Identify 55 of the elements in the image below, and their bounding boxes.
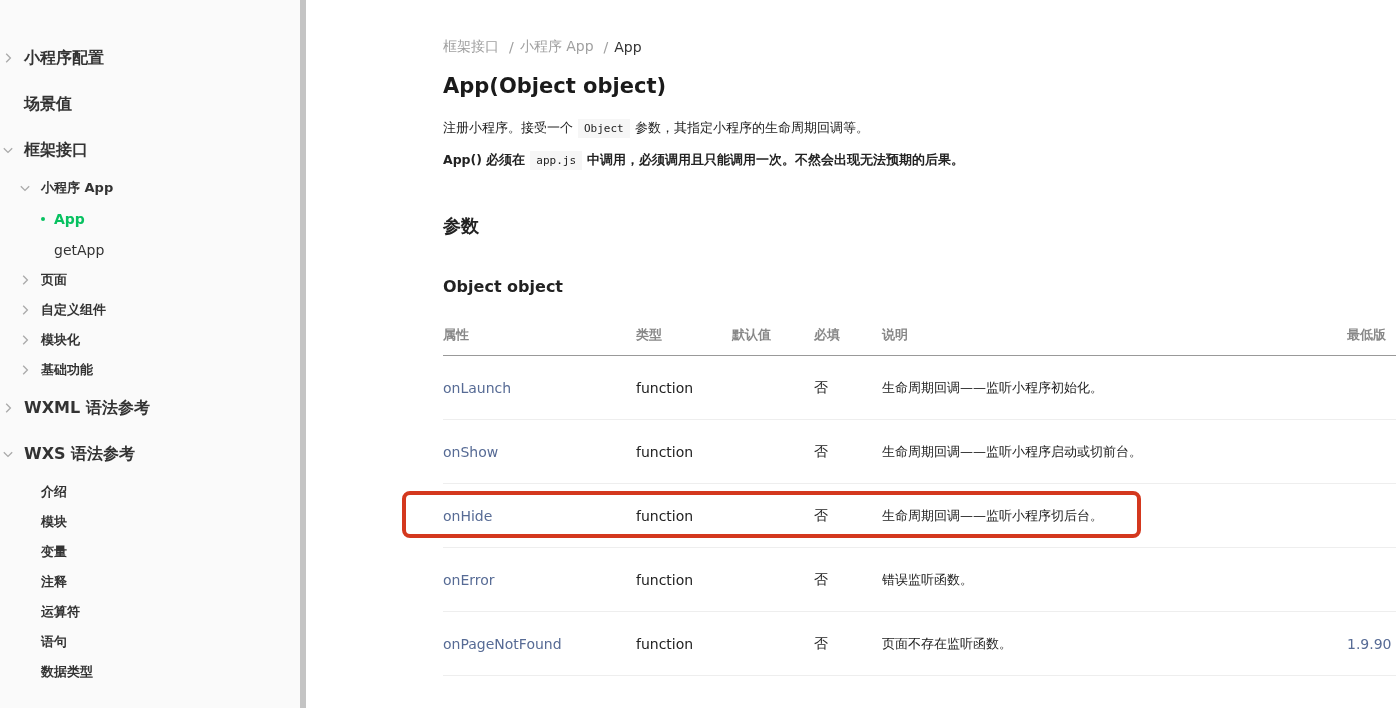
column-header: 必填 xyxy=(814,327,840,342)
section-heading: 参数 xyxy=(443,214,480,238)
required-cell: 否 xyxy=(814,506,828,523)
description-cell: 生命周期回调——监听小程序初始化。 xyxy=(882,379,1103,395)
paragraph: App() 必须在 app.js 中调用，必须调用且只能调用一次。不然会出现无法预期的后果。 xyxy=(443,148,1396,172)
page-title: App(Object object) xyxy=(443,74,668,98)
description-cell: 错误监听函数。 xyxy=(882,571,973,587)
sidebar-item[interactable]: WXML 语法参考 xyxy=(24,397,150,419)
description-cell: 生命周期回调——监听小程序启动或切前台。 xyxy=(882,443,1142,459)
type-cell: function xyxy=(636,507,694,524)
sidebar-item[interactable]: 框架接口 xyxy=(24,139,88,161)
property-cell: onError xyxy=(443,571,495,588)
breadcrumb-current: App xyxy=(614,39,642,55)
paragraph: 注册小程序。接受一个 Object 参数，其指定小程序的生命周期回调等。 xyxy=(443,116,1396,140)
bullet-icon xyxy=(41,216,45,221)
property-cell: onShow xyxy=(443,443,499,460)
breadcrumb-separator: / xyxy=(509,39,514,55)
required-cell: 否 xyxy=(814,442,828,459)
sidebar-item[interactable]: 注释 xyxy=(41,573,67,591)
required-cell: 否 xyxy=(814,570,828,587)
type-cell: function xyxy=(636,443,694,460)
breadcrumb-separator: / xyxy=(603,39,609,55)
property-cell: onLaunch xyxy=(443,379,512,396)
column-header: 类型 xyxy=(636,327,662,342)
column-header: 说明 xyxy=(882,327,908,342)
sidebar-item[interactable]: 场景值 xyxy=(24,93,72,115)
sidebar-item[interactable]: 介绍 xyxy=(41,483,67,501)
required-cell: 否 xyxy=(814,634,828,651)
required-cell: 否 xyxy=(814,378,828,395)
property-cell: onPageNotFound xyxy=(443,635,562,652)
description-cell: 生命周期回调——监听小程序切后台。 xyxy=(882,507,1103,523)
sidebar-item[interactable]: 模块化 xyxy=(41,331,80,349)
sidebar-item[interactable]: 语句 xyxy=(41,633,67,651)
version-cell: 1.9.90 xyxy=(1347,635,1392,652)
sidebar-item[interactable]: getApp xyxy=(54,241,105,258)
sidebar-item[interactable]: 小程序 App xyxy=(41,179,114,197)
description-cell: 页面不存在监听函数。 xyxy=(882,635,1012,651)
sidebar-item[interactable]: 自定义组件 xyxy=(41,301,106,319)
scrollbar-thumb[interactable] xyxy=(300,0,306,708)
sidebar-item[interactable]: 模块 xyxy=(41,513,67,531)
sidebar-item[interactable]: WXS 语法参考 xyxy=(24,443,136,465)
sidebar-item[interactable]: 数据类型 xyxy=(41,663,93,681)
type-cell: function xyxy=(636,635,694,652)
type-cell: function xyxy=(636,379,694,396)
column-header: 默认值 xyxy=(732,327,771,342)
type-cell: function xyxy=(636,571,694,588)
sidebar-item[interactable]: 页面 xyxy=(41,271,67,289)
property-cell: onHide xyxy=(443,507,493,524)
sidebar-item[interactable]: 变量 xyxy=(41,543,67,561)
column-header: 属性 xyxy=(443,327,469,342)
sidebar-item[interactable]: 基础功能 xyxy=(41,361,93,379)
subsection-heading: Object object xyxy=(443,277,564,298)
sidebar-item[interactable]: 小程序配置 xyxy=(24,47,104,69)
column-header: 最低版 xyxy=(1347,327,1386,342)
sidebar-item[interactable]: 运算符 xyxy=(41,603,80,621)
